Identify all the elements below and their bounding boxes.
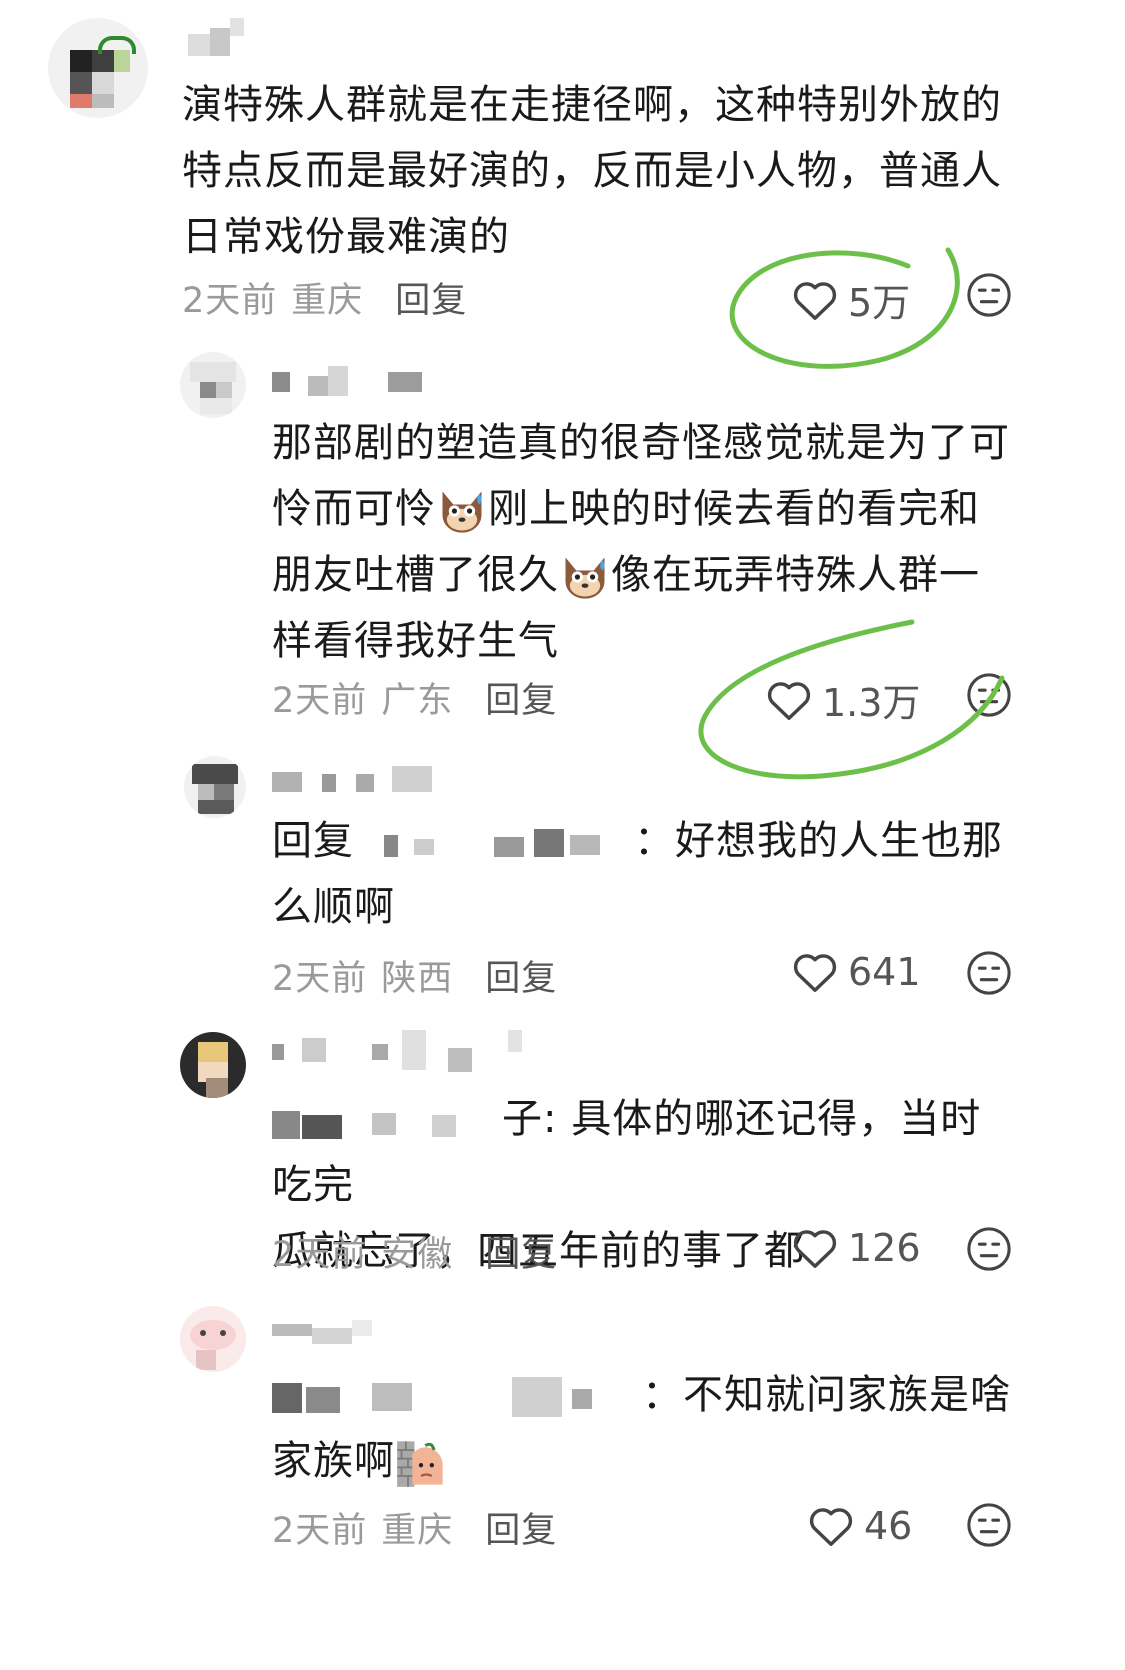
comment-meta: 2天前 广东 回复	[272, 672, 571, 723]
like-count: 641	[848, 950, 921, 994]
username-redacted[interactable]	[272, 1318, 392, 1348]
reply-button[interactable]: 回复	[485, 1235, 557, 1275]
comment-text: 演特殊人群就是在走捷径啊，这种特别外放的特点反而是最好演的，反而是小人物，普通人…	[182, 82, 1002, 260]
comment-location: 重庆	[291, 281, 364, 321]
username-redacted[interactable]	[272, 766, 472, 796]
avatar[interactable]	[184, 756, 246, 818]
avatar[interactable]	[180, 352, 246, 418]
like-button[interactable]: 46	[808, 1504, 912, 1548]
reply-prefix-redacted[interactable]	[272, 1377, 642, 1417]
dog-sweat-emoji	[565, 557, 605, 599]
like-count: 126	[848, 1226, 921, 1270]
reply-button[interactable]: 回复	[395, 281, 467, 321]
comment-meta: 2天前 重庆 回复	[182, 272, 481, 323]
reply-prefix: 回复	[272, 818, 354, 864]
comment-location: 陕西	[381, 959, 454, 999]
meh-face-icon[interactable]	[966, 1226, 1012, 1272]
reply-prefix-redacted[interactable]	[272, 1101, 502, 1141]
comment-text: 回复 ：好想我的人生也那么顺啊	[272, 808, 1012, 940]
like-count: 5万	[848, 281, 911, 325]
comment-time: 2天前	[272, 681, 368, 721]
like-button[interactable]: 126	[792, 1226, 921, 1270]
reply-button[interactable]: 回复	[485, 1511, 557, 1551]
comment-time: 2天前	[272, 1511, 368, 1551]
comment-location: 重庆	[381, 1511, 454, 1551]
like-button[interactable]: 641	[792, 950, 921, 994]
avatar[interactable]	[48, 18, 148, 118]
comment-location: 安徽	[381, 1235, 454, 1275]
like-button[interactable]: 5万	[792, 272, 910, 327]
meh-face-icon[interactable]	[966, 1502, 1012, 1548]
meh-face-icon[interactable]	[966, 672, 1012, 718]
username-redacted[interactable]	[272, 366, 432, 396]
comment-location: 广东	[381, 681, 454, 721]
meh-face-icon[interactable]	[966, 950, 1012, 996]
meh-face-icon[interactable]	[966, 272, 1012, 318]
avatar[interactable]	[180, 1306, 246, 1372]
username-redacted[interactable]	[272, 1030, 532, 1072]
comment-meta: 2天前 安徽 回复	[272, 1226, 571, 1277]
comment-text-part: 家族啊	[272, 1438, 395, 1484]
comment-meta: 2天前 重庆 回复	[272, 1502, 571, 1553]
avatar[interactable]	[180, 1032, 246, 1098]
reply-button[interactable]: 回复	[485, 681, 557, 721]
heart-outline-icon	[793, 954, 837, 992]
mentioned-user-redacted[interactable]	[354, 823, 634, 863]
like-count: 46	[864, 1504, 913, 1548]
heart-outline-icon	[809, 1508, 853, 1546]
comment-text-part: ：不知就问家族是啥	[642, 1372, 1011, 1418]
comment-text: 那部剧的塑造真的很奇怪感觉就是为了可怜而可怜 刚上映的时候去看的看完和朋友吐槽了很…	[272, 410, 1012, 674]
like-count: 1.3万	[822, 681, 921, 725]
comment-meta: 2天前 陕西 回复	[272, 950, 571, 1001]
comment-text: ：不知就问家族是啥 家族啊	[272, 1362, 1012, 1494]
like-button[interactable]: 1.3万	[766, 672, 920, 727]
peeking-wall-emoji	[397, 1441, 443, 1487]
username-redacted[interactable]	[188, 18, 268, 56]
dog-sweat-emoji	[442, 491, 482, 533]
comment-time: 2天前	[272, 1235, 368, 1275]
comment-time: 2天前	[182, 281, 278, 321]
heart-outline-icon	[793, 281, 837, 320]
comment-time: 2天前	[272, 959, 368, 999]
heart-outline-icon	[767, 681, 811, 720]
heart-outline-icon	[793, 1230, 837, 1268]
reply-button[interactable]: 回复	[485, 959, 557, 999]
